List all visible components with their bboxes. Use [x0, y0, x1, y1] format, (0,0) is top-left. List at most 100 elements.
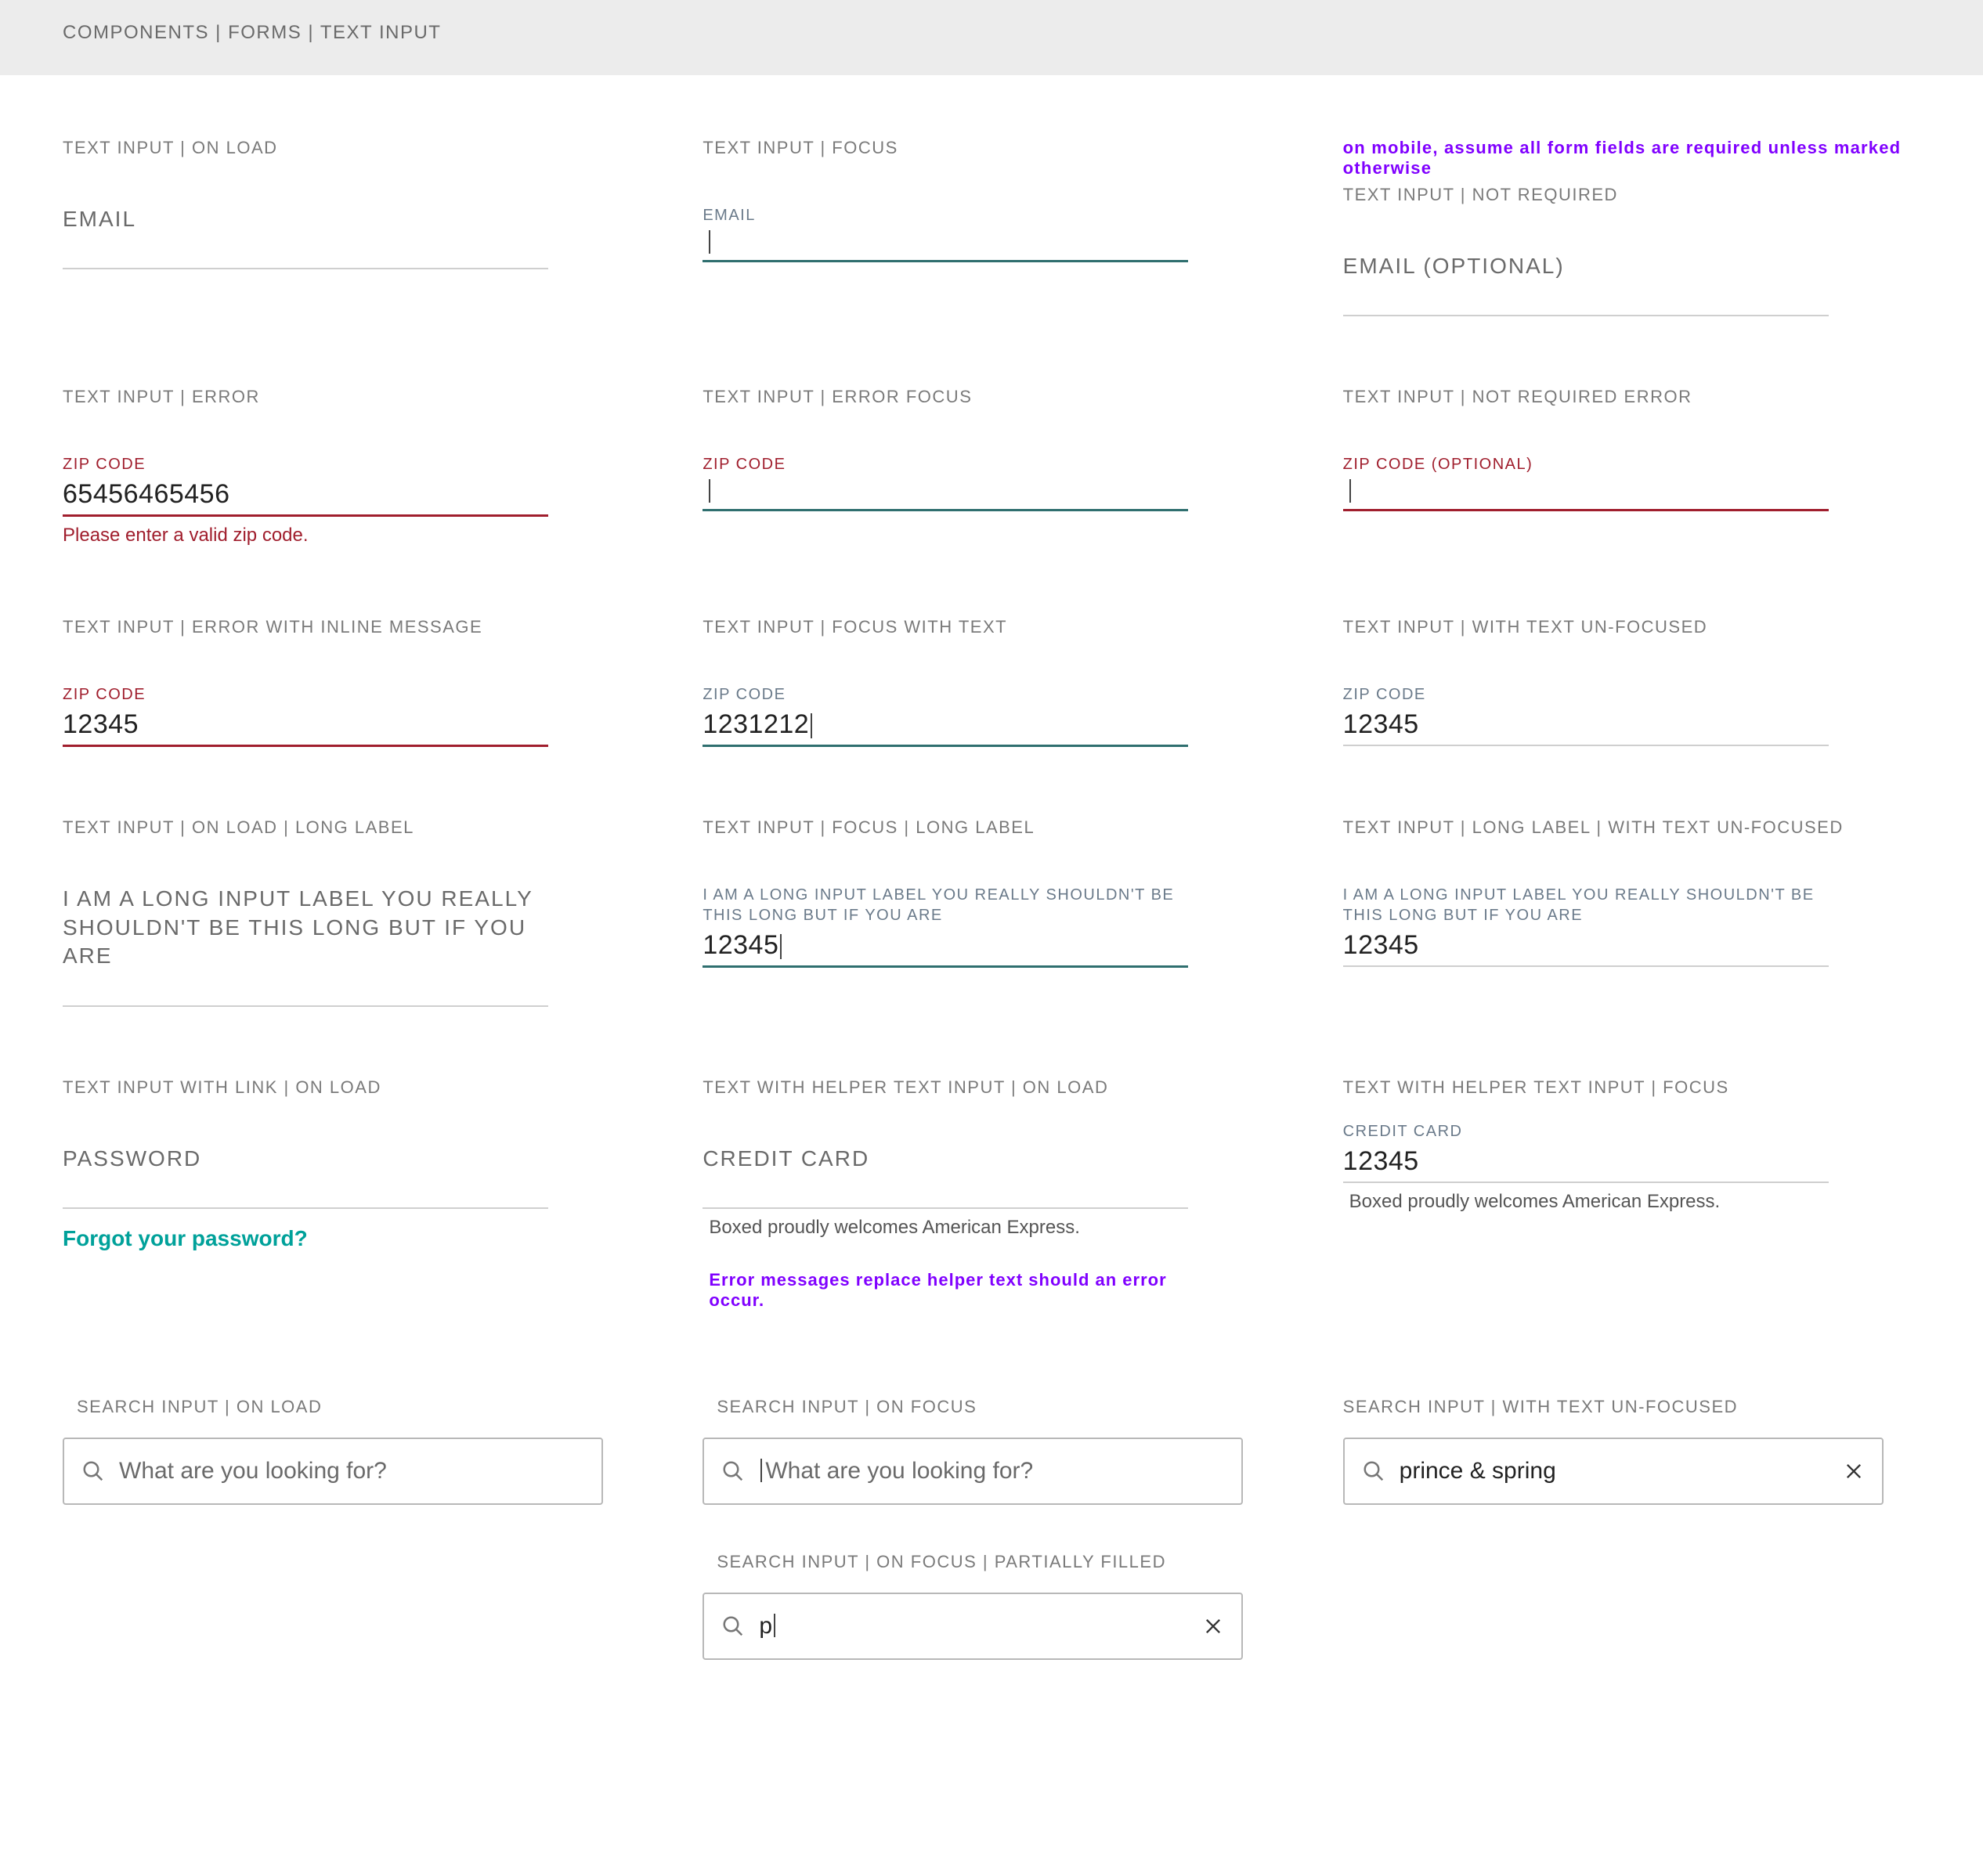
example-heading: TEXT INPUT | NOT REQUIRED ERROR	[1343, 387, 1920, 407]
example-text-helper-onload: TEXT WITH HELPER TEXT INPUT | ON LOAD CR…	[703, 1077, 1280, 1311]
example-heading: TEXT INPUT | ERROR WITH INLINE MESSAGE	[63, 617, 640, 637]
text-input[interactable]	[1343, 285, 1829, 316]
example-search-partial: SEARCH INPUT | ON FOCUS | PARTIALLY FILL…	[703, 1552, 1280, 1660]
example-search-unfocused-text: SEARCH INPUT | WITH TEXT UN-FOCUSED prin…	[1343, 1397, 1920, 1505]
search-placeholder: What are you looking for?	[759, 1458, 1224, 1485]
text-input[interactable]	[703, 479, 1188, 511]
example-text-input-error: TEXT INPUT | ERROR ZIP CODE 65456465456 …	[63, 387, 640, 547]
search-input[interactable]: p	[703, 1593, 1243, 1660]
example-heading: SEARCH INPUT | ON LOAD	[63, 1397, 640, 1417]
input-value: 12345	[63, 709, 548, 740]
page-header: COMPONENTS | FORMS | TEXT INPUT	[0, 0, 1983, 75]
text-input[interactable]: 65456465456	[63, 479, 548, 517]
caret-icon	[709, 230, 710, 254]
input-label: ZIP CODE	[703, 454, 1188, 474]
search-icon	[721, 1459, 745, 1483]
example-text-input-long-unfocused: TEXT INPUT | LONG LABEL | WITH TEXT UN-F…	[1343, 817, 1920, 1006]
search-icon	[81, 1459, 105, 1483]
example-text-input-focus-long: TEXT INPUT | FOCUS | LONG LABEL I AM A L…	[703, 817, 1280, 1006]
caret-icon	[709, 479, 710, 503]
search-icon	[1362, 1459, 1385, 1483]
example-heading: SEARCH INPUT | ON FOCUS | PARTIALLY FILL…	[703, 1552, 1280, 1572]
text-input[interactable]	[703, 230, 1188, 262]
example-heading: SEARCH INPUT | WITH TEXT UN-FOCUSED	[1343, 1397, 1920, 1417]
text-input[interactable]: 12345	[1343, 1146, 1829, 1183]
input-label: EMAIL (OPTIONAL)	[1343, 252, 1829, 280]
example-text-input-not-required-error: TEXT INPUT | NOT REQUIRED ERROR ZIP CODE…	[1343, 387, 1920, 547]
example-heading: TEXT INPUT | ERROR	[63, 387, 640, 407]
example-text-input-onload: TEXT INPUT | ON LOAD EMAIL	[63, 138, 640, 316]
search-input[interactable]: What are you looking for?	[703, 1438, 1243, 1505]
example-text-input-focus-with-text: TEXT INPUT | FOCUS WITH TEXT ZIP CODE 12…	[703, 617, 1280, 747]
input-value: 1231212	[703, 709, 809, 740]
input-label: EMAIL	[703, 205, 1188, 225]
text-input[interactable]: 12345	[703, 930, 1188, 968]
search-input[interactable]: What are you looking for?	[63, 1438, 603, 1505]
close-icon[interactable]	[1202, 1615, 1224, 1637]
annotation-text: on mobile, assume all form fields are re…	[1343, 138, 1920, 179]
input-label: ZIP CODE	[1343, 684, 1829, 705]
example-heading: TEXT INPUT | WITH TEXT UN-FOCUSED	[1343, 617, 1920, 637]
example-text-input-error-focus: TEXT INPUT | ERROR FOCUS ZIP CODE	[703, 387, 1280, 547]
example-text-input-focus: TEXT INPUT | FOCUS EMAIL	[703, 138, 1280, 316]
example-heading: TEXT INPUT | FOCUS WITH TEXT	[703, 617, 1280, 637]
caret-icon	[774, 1614, 775, 1637]
text-input[interactable]	[63, 976, 548, 1007]
input-label: I AM A LONG INPUT LABEL YOU REALLY SHOUL…	[703, 885, 1188, 925]
breadcrumb: COMPONENTS | FORMS | TEXT INPUT	[63, 22, 1920, 44]
example-text-input-not-required: on mobile, assume all form fields are re…	[1343, 138, 1920, 316]
input-value: 12345	[703, 930, 778, 961]
input-label: I AM A LONG INPUT LABEL YOU REALLY SHOUL…	[63, 885, 548, 970]
caret-icon	[780, 934, 782, 959]
example-search-onload: SEARCH INPUT | ON LOAD What are you look…	[63, 1397, 640, 1505]
search-input[interactable]: prince & spring	[1343, 1438, 1884, 1505]
input-value: 12345	[1343, 1146, 1829, 1177]
annotation-text: Error messages replace helper text shoul…	[703, 1270, 1188, 1311]
caret-icon	[1349, 479, 1351, 503]
example-text-input-onload-long: TEXT INPUT | ON LOAD | LONG LABEL I AM A…	[63, 817, 640, 1006]
example-heading: TEXT INPUT WITH LINK | ON LOAD	[63, 1077, 640, 1098]
text-input[interactable]: 12345	[1343, 930, 1829, 967]
text-input[interactable]	[1343, 479, 1829, 511]
example-heading: SEARCH INPUT | ON FOCUS	[703, 1397, 1280, 1417]
example-heading: TEXT INPUT | ON LOAD	[63, 138, 640, 158]
example-heading: TEXT WITH HELPER TEXT INPUT | ON LOAD	[703, 1077, 1280, 1098]
caret-icon	[760, 1459, 762, 1482]
input-value: 12345	[1343, 709, 1829, 740]
example-heading: TEXT INPUT | NOT REQUIRED	[1343, 185, 1920, 205]
input-value: 12345	[1343, 930, 1829, 961]
example-text-input-error-inline: TEXT INPUT | ERROR WITH INLINE MESSAGE Z…	[63, 617, 640, 747]
example-heading: TEXT WITH HELPER TEXT INPUT | FOCUS	[1343, 1077, 1920, 1098]
input-label: ZIP CODE (OPTIONAL)	[1343, 454, 1829, 474]
input-label: CREDIT CARD	[1343, 1121, 1829, 1142]
text-input[interactable]	[703, 1178, 1188, 1209]
text-input[interactable]: 12345	[1343, 709, 1829, 746]
input-label: ZIP CODE	[63, 454, 548, 474]
input-label: ZIP CODE	[703, 684, 1188, 705]
text-input[interactable]	[63, 1178, 548, 1209]
text-input[interactable]	[63, 238, 548, 269]
example-heading: TEXT INPUT | ON LOAD | LONG LABEL	[63, 817, 640, 838]
example-heading: TEXT INPUT | FOCUS	[703, 138, 1280, 158]
example-heading: TEXT INPUT | ERROR FOCUS	[703, 387, 1280, 407]
error-message: Please enter a valid zip code.	[63, 525, 548, 547]
input-label: ZIP CODE	[63, 684, 548, 705]
search-icon	[721, 1614, 745, 1638]
helper-text: Boxed proudly welcomes American Express.	[703, 1217, 1188, 1239]
input-label: EMAIL	[63, 205, 548, 233]
input-label: CREDIT CARD	[703, 1145, 1188, 1173]
search-value: prince & spring	[1400, 1458, 1829, 1485]
close-icon[interactable]	[1843, 1460, 1865, 1482]
forgot-password-link[interactable]: Forgot your password?	[63, 1226, 548, 1251]
text-input[interactable]: 1231212	[703, 709, 1188, 747]
example-text-helper-focus: TEXT WITH HELPER TEXT INPUT | FOCUS CRED…	[1343, 1077, 1920, 1311]
input-value: 65456465456	[63, 479, 548, 510]
input-label: PASSWORD	[63, 1145, 548, 1173]
example-search-onfocus: SEARCH INPUT | ON FOCUS What are you loo…	[703, 1397, 1280, 1505]
text-input[interactable]: 12345	[63, 709, 548, 747]
caret-icon	[811, 713, 812, 738]
example-text-input-with-text-unfocused: TEXT INPUT | WITH TEXT UN-FOCUSED ZIP CO…	[1343, 617, 1920, 747]
example-heading: TEXT INPUT | LONG LABEL | WITH TEXT UN-F…	[1343, 817, 1920, 838]
example-text-input-with-link: TEXT INPUT WITH LINK | ON LOAD PASSWORD …	[63, 1077, 640, 1311]
search-value: p	[759, 1613, 1188, 1640]
